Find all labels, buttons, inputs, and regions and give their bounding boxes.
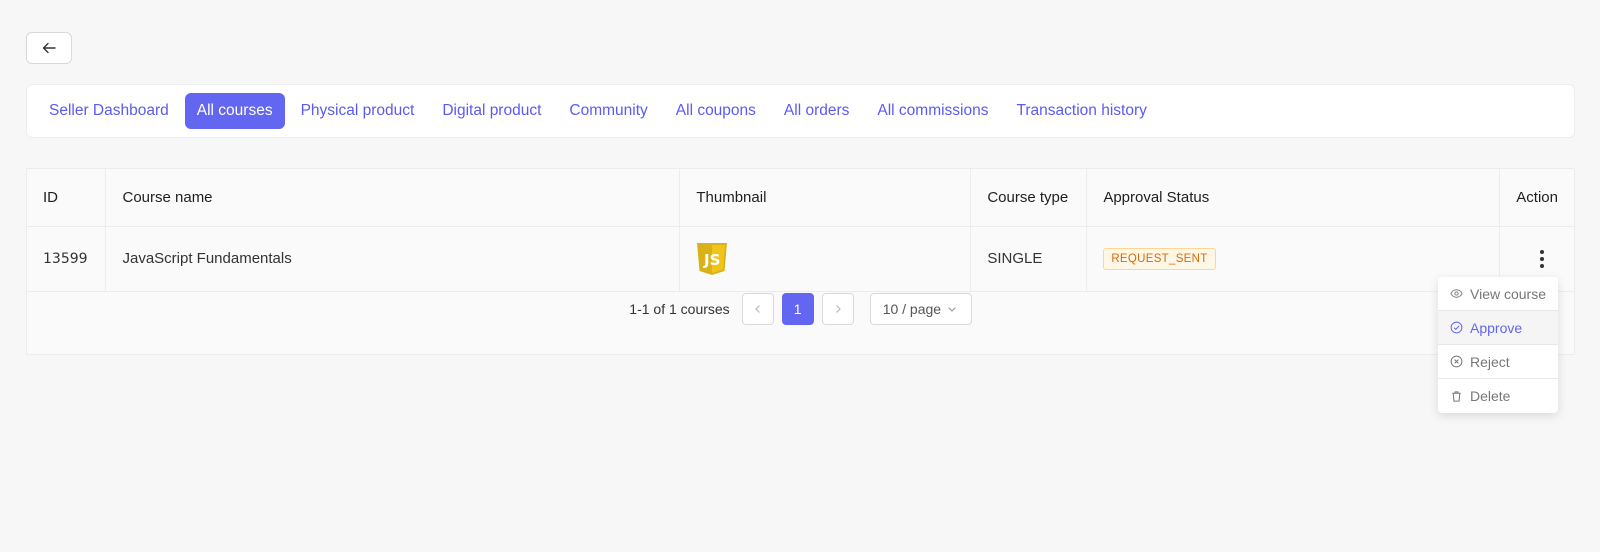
menu-item-label: Reject	[1470, 353, 1510, 370]
next-page-button[interactable]	[821, 293, 854, 325]
header-thumbnail: Thumbnail	[679, 169, 972, 227]
cell-thumbnail: JS	[679, 226, 972, 292]
chevron-right-icon	[835, 305, 841, 313]
tab-seller-dashboard[interactable]: Seller Dashboard	[37, 93, 181, 129]
kebab-dot	[1540, 249, 1545, 254]
tab-all-orders[interactable]: All orders	[772, 93, 861, 129]
page-size-value: 10 / page	[882, 301, 942, 317]
chevron-down-icon	[948, 307, 956, 312]
prev-page-button[interactable]	[741, 293, 774, 325]
courses-table: ID Course name Thumbnail Course type App…	[26, 168, 1575, 355]
menu-item-label: Delete	[1470, 388, 1511, 404]
back-button[interactable]	[26, 32, 72, 64]
tab-all-coupons[interactable]: All coupons	[664, 93, 768, 129]
svg-text:JS: JS	[703, 251, 720, 269]
tab-transaction-history[interactable]: Transaction history	[1005, 93, 1159, 129]
menu-item-label: View course	[1470, 285, 1547, 302]
header-course-name: Course name	[105, 169, 681, 227]
header-action: Action	[1499, 169, 1574, 227]
eye-icon	[1450, 289, 1463, 298]
menu-item-approve[interactable]: Approve	[1438, 311, 1558, 345]
menu-item-label: Approve	[1470, 319, 1523, 336]
chevron-left-icon	[754, 305, 760, 313]
tab-all-courses[interactable]: All courses	[184, 93, 285, 129]
trash-icon	[1452, 390, 1461, 402]
pagination-summary: 1-1 of 1 courses	[629, 301, 730, 317]
header-id: ID	[27, 169, 107, 227]
page-size-select[interactable]: 10 / page	[869, 293, 972, 325]
cell-id: 13599	[27, 226, 107, 292]
check-circle-icon	[1450, 321, 1463, 334]
more-actions-button[interactable]	[1532, 247, 1552, 271]
arrow-left-icon	[42, 42, 56, 54]
javascript-logo-icon: JS	[697, 242, 728, 275]
header-approval-status: Approval Status	[1086, 169, 1501, 227]
tab-physical-product[interactable]: Physical product	[289, 93, 427, 129]
menu-item-view-course[interactable]: View course	[1438, 277, 1558, 311]
table-header-row: ID Course name Thumbnail Course type App…	[27, 169, 1574, 227]
cell-course-name: JavaScript Fundamentals	[105, 226, 681, 292]
menu-item-reject[interactable]: Reject	[1438, 345, 1558, 379]
nav-tabs: Seller Dashboard All courses Physical pr…	[26, 84, 1575, 138]
action-dropdown-menu: View course Approve Reject Delete	[1438, 277, 1558, 413]
tab-community[interactable]: Community	[557, 93, 659, 129]
tab-digital-product[interactable]: Digital product	[430, 93, 553, 129]
pagination: 1-1 of 1 courses 1 10 / page	[27, 293, 1574, 325]
x-circle-icon	[1450, 355, 1463, 368]
cell-course-type: SINGLE	[970, 226, 1088, 292]
kebab-dot	[1540, 263, 1545, 268]
header-course-type: Course type	[970, 169, 1088, 227]
menu-item-delete[interactable]: Delete	[1438, 379, 1558, 413]
kebab-dot	[1540, 256, 1545, 261]
page-number-button[interactable]: 1	[781, 293, 814, 325]
status-badge: REQUEST_SENT	[1103, 247, 1216, 270]
table-row: 13599 JavaScript Fundamentals JS SINGLE …	[27, 226, 1574, 292]
tab-all-commissions[interactable]: All commissions	[865, 93, 1000, 129]
